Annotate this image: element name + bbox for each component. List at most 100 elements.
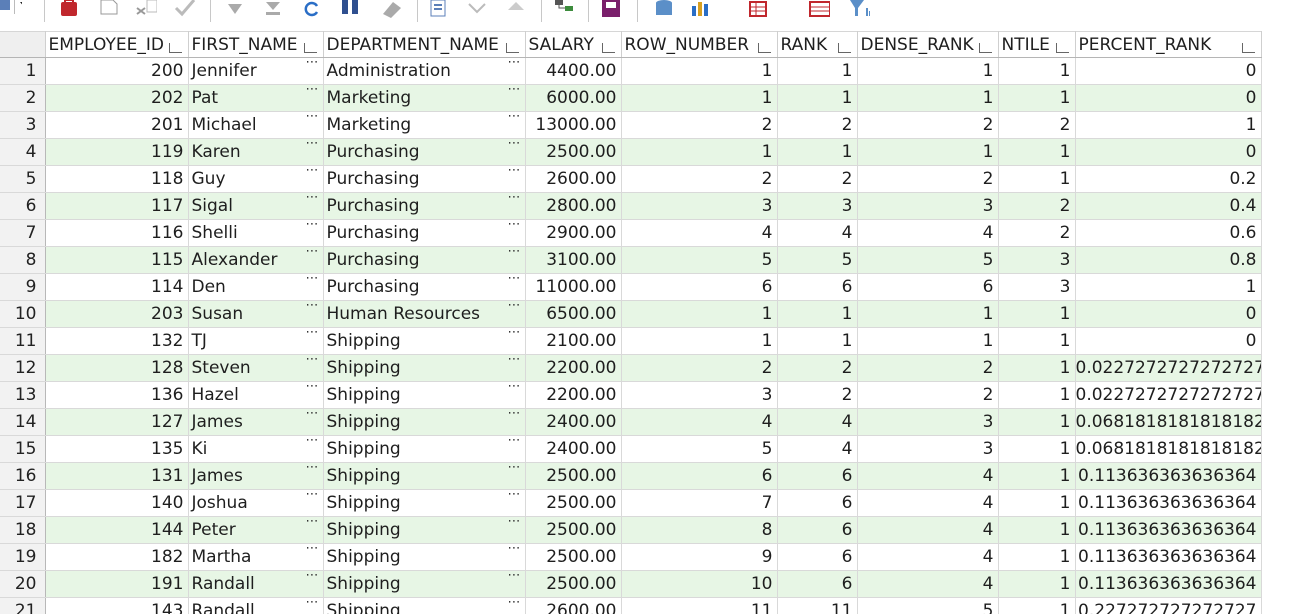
cell-rank[interactable]: 4 (777, 435, 858, 463)
row-number-header[interactable]: 2 (0, 84, 46, 112)
cell-percent-rank[interactable]: 0.0227272727272727 (1075, 354, 1262, 382)
cell-dense-rank[interactable]: 4 (857, 489, 999, 517)
save-icon[interactable] (600, 0, 622, 20)
cell-percent-rank[interactable]: 0.113636363636364 (1075, 489, 1262, 517)
cell-percent-rank[interactable]: 0 (1075, 327, 1262, 355)
cell-rank[interactable]: 1 (777, 300, 858, 328)
table-row[interactable]: 6 117 Sigal ⋯ Purchasing ⋯ 2800.00 3 3 3 2 0.4 (0, 192, 1262, 220)
cell-department-name[interactable]: Administration ⋯ (323, 57, 526, 85)
cell-employee-id[interactable]: 119 (45, 138, 189, 166)
cell-rank[interactable]: 3 (777, 192, 858, 220)
cell-row-number[interactable]: 3 (621, 192, 778, 220)
cell-first-name[interactable]: Sigal ⋯ (188, 192, 324, 220)
cell-employee-id[interactable]: 201 (45, 111, 189, 139)
ellipsis-icon[interactable]: ⋯ (508, 220, 521, 233)
database-icon[interactable] (653, 0, 675, 20)
chart-icon[interactable] (690, 0, 712, 20)
cell-employee-id[interactable]: 140 (45, 489, 189, 517)
cell-ntile[interactable]: 1 (998, 435, 1076, 463)
cell-salary[interactable]: 2600.00 (525, 165, 622, 193)
ellipsis-icon[interactable]: ⋯ (508, 139, 521, 152)
ellipsis-icon[interactable]: ⋯ (306, 463, 319, 476)
ellipsis-icon[interactable]: ⋯ (306, 139, 319, 152)
cell-rank[interactable]: 6 (777, 462, 858, 490)
cell-dense-rank[interactable]: 5 (857, 246, 999, 274)
cell-rank[interactable]: 1 (777, 84, 858, 112)
table-row[interactable]: 12 128 Steven ⋯ Shipping ⋯ 2200.00 2 2 2 1 0.022727… (0, 354, 1262, 382)
new-record-icon[interactable] (97, 0, 119, 20)
cell-department-name[interactable]: Purchasing ⋯ (323, 192, 526, 220)
table-row[interactable]: 8 115 Alexander ⋯ Purchasing ⋯ 3100.00 5 5 5 3 0.8 (0, 246, 1262, 274)
cell-salary[interactable]: 2500.00 (525, 570, 622, 598)
cell-rank[interactable]: 4 (777, 408, 858, 436)
ellipsis-icon[interactable]: ⋯ (306, 274, 319, 287)
cell-ntile[interactable]: 3 (998, 273, 1076, 301)
ellipsis-icon[interactable]: ⋯ (306, 490, 319, 503)
table-row[interactable]: 9 114 Den ⋯ Purchasing ⋯ 11000.00 6 6 6 3 1 (0, 273, 1262, 301)
ellipsis-icon[interactable]: ⋯ (306, 220, 319, 233)
cell-ntile[interactable]: 1 (998, 57, 1076, 85)
cell-employee-id[interactable]: 128 (45, 354, 189, 382)
cell-salary[interactable]: 2100.00 (525, 327, 622, 355)
cell-row-number[interactable]: 1 (621, 57, 778, 85)
ellipsis-icon[interactable]: ⋯ (508, 517, 521, 530)
cell-employee-id[interactable]: 115 (45, 246, 189, 274)
ellipsis-icon[interactable]: ⋯ (306, 193, 319, 206)
row-number-header[interactable]: 12 (0, 354, 46, 382)
cell-salary[interactable]: 2500.00 (525, 489, 622, 517)
row-number-header[interactable]: 3 (0, 111, 46, 139)
cell-row-number[interactable]: 3 (621, 381, 778, 409)
cell-row-number[interactable]: 2 (621, 165, 778, 193)
cell-row-number[interactable]: 2 (621, 111, 778, 139)
up-icon[interactable] (505, 0, 527, 20)
ellipsis-icon[interactable]: ⋯ (508, 463, 521, 476)
table-row[interactable]: 11 132 TJ ⋯ Shipping ⋯ 2100.00 1 1 1 1 0 (0, 327, 1262, 355)
cell-percent-rank[interactable]: 0.0227272727272727 (1075, 381, 1262, 409)
row-number-header[interactable]: 1 (0, 57, 46, 85)
cell-salary[interactable]: 2600.00 (525, 597, 622, 614)
cell-employee-id[interactable]: 127 (45, 408, 189, 436)
ellipsis-icon[interactable]: ⋯ (306, 409, 319, 422)
ellipsis-icon[interactable]: ⋯ (508, 436, 521, 449)
cell-employee-id[interactable]: 200 (45, 57, 189, 85)
cell-row-number[interactable]: 9 (621, 543, 778, 571)
cell-percent-rank[interactable]: 0.2 (1075, 165, 1262, 193)
cell-dense-rank[interactable]: 1 (857, 300, 999, 328)
cell-salary[interactable]: 2900.00 (525, 219, 622, 247)
ellipsis-icon[interactable]: ⋯ (508, 85, 521, 98)
cell-percent-rank[interactable]: 0.113636363636364 (1075, 543, 1262, 571)
move-down-icon[interactable] (224, 0, 246, 20)
column-header-ntile[interactable]: NTILE (998, 31, 1076, 58)
cell-dense-rank[interactable]: 2 (857, 165, 999, 193)
row-number-header[interactable]: 5 (0, 165, 46, 193)
cell-row-number[interactable]: 4 (621, 408, 778, 436)
cell-ntile[interactable]: 1 (998, 516, 1076, 544)
cell-first-name[interactable]: James ⋯ (188, 462, 324, 490)
ellipsis-icon[interactable]: ⋯ (306, 598, 319, 611)
cell-department-name[interactable]: Shipping ⋯ (323, 381, 526, 409)
cell-rank[interactable]: 11 (777, 597, 858, 614)
cell-rank[interactable]: 6 (777, 543, 858, 571)
cell-employee-id[interactable]: 203 (45, 300, 189, 328)
table-row[interactable]: 1 200 Jennifer ⋯ Administration ⋯ 4400.00 1 1 1 1 0 (0, 57, 1262, 85)
cell-row-number[interactable]: 4 (621, 219, 778, 247)
cell-dense-rank[interactable]: 1 (857, 84, 999, 112)
row-number-header[interactable]: 17 (0, 489, 46, 517)
cell-salary[interactable]: 2800.00 (525, 192, 622, 220)
cell-department-name[interactable]: Shipping ⋯ (323, 408, 526, 436)
cell-salary[interactable]: 2400.00 (525, 408, 622, 436)
cell-rank[interactable]: 2 (777, 111, 858, 139)
row-number-header[interactable]: 18 (0, 516, 46, 544)
row-number-header[interactable]: 6 (0, 192, 46, 220)
table-row[interactable]: 20 191 Randall ⋯ Shipping ⋯ 2500.00 10 6 4 1 0.1136… (0, 570, 1262, 598)
ellipsis-icon[interactable]: ⋯ (508, 598, 521, 611)
cell-department-name[interactable]: Marketing ⋯ (323, 111, 526, 139)
cell-department-name[interactable]: Shipping ⋯ (323, 435, 526, 463)
ellipsis-icon[interactable]: ⋯ (306, 328, 319, 341)
cell-dense-rank[interactable]: 3 (857, 435, 999, 463)
cell-department-name[interactable]: Shipping ⋯ (323, 489, 526, 517)
cell-percent-rank[interactable]: 0.0681818181818182 (1075, 435, 1262, 463)
cell-dense-rank[interactable]: 1 (857, 57, 999, 85)
cell-salary[interactable]: 2500.00 (525, 516, 622, 544)
commit-icon[interactable] (174, 0, 196, 20)
